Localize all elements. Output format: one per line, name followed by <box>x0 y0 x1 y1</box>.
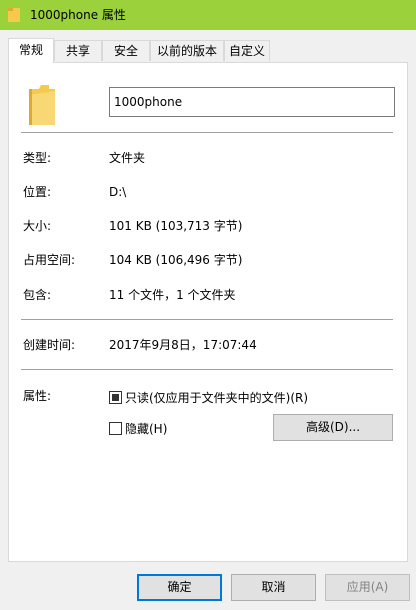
created-label: 创建时间: <box>23 338 76 352</box>
ok-button[interactable]: 确定 <box>137 574 222 601</box>
tab-customize[interactable]: 自定义 <box>224 40 270 61</box>
type-label: 类型: <box>23 151 52 165</box>
tab-previous-versions[interactable]: 以前的版本 <box>150 40 224 61</box>
disk-size-value: 104 KB (106,496 字节) <box>109 253 243 267</box>
general-panel: 类型: 文件夹 位置: D:\ 大小: 101 KB (103,713 字节) … <box>8 62 408 562</box>
tab-security[interactable]: 安全 <box>102 40 150 61</box>
tab-strip: 常规 共享 安全 以前的版本 自定义 <box>0 38 416 63</box>
location-value: D:\ <box>109 185 127 199</box>
separator <box>21 319 393 320</box>
contains-value: 11 个文件，1 个文件夹 <box>109 288 236 302</box>
readonly-checkbox[interactable] <box>109 391 122 404</box>
folder-name-input[interactable] <box>109 87 395 117</box>
folder-large-icon <box>29 85 55 125</box>
separator <box>21 369 393 370</box>
title-bar[interactable]: 1000phone 属性 <box>0 0 416 30</box>
readonly-label[interactable]: 只读(仅应用于文件夹中的文件)(R) <box>125 390 308 406</box>
hidden-label[interactable]: 隐藏(H) <box>125 421 167 437</box>
folder-icon <box>8 8 20 22</box>
size-label: 大小: <box>23 219 52 233</box>
location-label: 位置: <box>23 185 52 199</box>
tab-general[interactable]: 常规 <box>8 38 54 63</box>
hidden-checkbox[interactable] <box>109 422 122 435</box>
attributes-label: 属性: <box>23 389 52 403</box>
tab-sharing[interactable]: 共享 <box>54 40 102 61</box>
size-value: 101 KB (103,713 字节) <box>109 219 243 233</box>
separator <box>21 132 393 133</box>
disk-size-label: 占用空间: <box>23 253 76 267</box>
contains-label: 包含: <box>23 288 52 302</box>
cancel-button[interactable]: 取消 <box>231 574 316 601</box>
created-value: 2017年9月8日，17:07:44 <box>109 338 257 352</box>
type-value: 文件夹 <box>109 151 146 165</box>
advanced-button[interactable]: 高级(D)... <box>273 414 393 441</box>
window-title: 1000phone 属性 <box>30 8 126 22</box>
apply-button[interactable]: 应用(A) <box>325 574 410 601</box>
